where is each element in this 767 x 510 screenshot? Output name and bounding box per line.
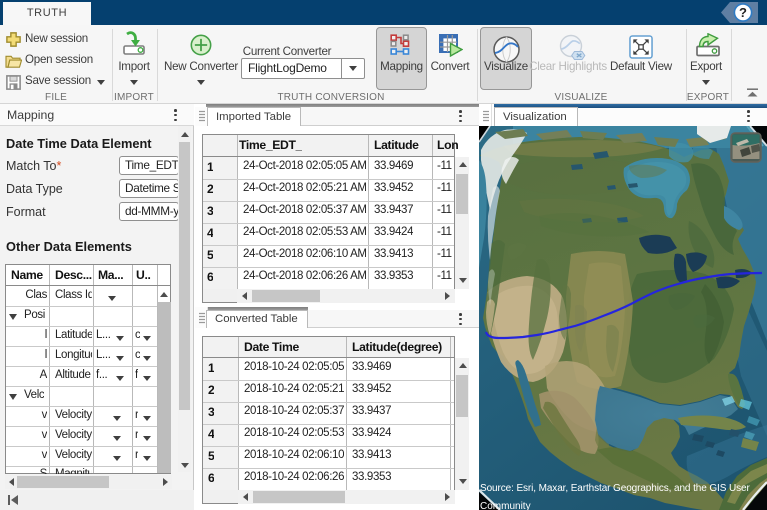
svg-text:?: ? xyxy=(739,5,747,20)
svg-text:Source: Esri, Maxar, Earthstar: Source: Esri, Maxar, Earthstar Geographi… xyxy=(480,483,750,494)
svg-text:Community: Community xyxy=(480,501,531,510)
